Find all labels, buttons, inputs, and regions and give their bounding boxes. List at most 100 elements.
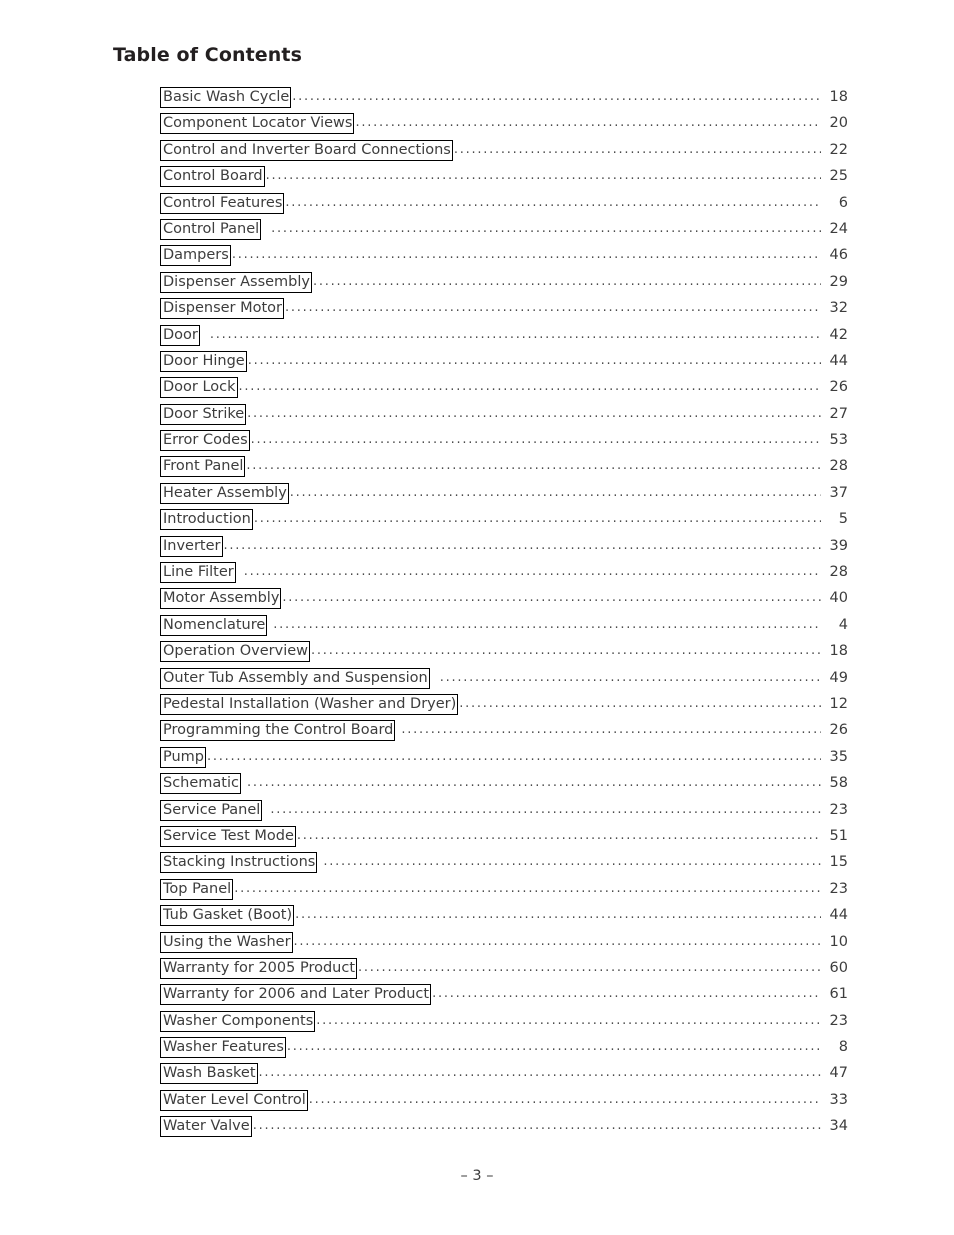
toc-entry-label[interactable]: Pump [160,746,207,768]
toc-entry-label[interactable]: Warranty for 2006 and Later Product [160,984,432,1006]
toc-entry-page-number: 28 [829,564,848,581]
toc-entry-label[interactable]: Door Strike [160,403,247,425]
toc-entry-page-number: 25 [829,168,848,185]
toc-entry-label[interactable]: Pedestal Installation (Washer and Dryer) [160,693,459,715]
toc-entry-label[interactable]: Line Filter [160,562,236,584]
toc-entry[interactable]: Inverter 39 [160,535,848,562]
toc-entry-label[interactable]: Service Test Mode [160,825,296,847]
toc-entry-label[interactable]: Outer Tub Assembly and Suspension [160,667,430,689]
toc-entry[interactable]: Error Codes 53 [160,430,848,456]
toc-entry[interactable]: Top Panel 23 [160,878,848,905]
toc-entry-label[interactable]: Tub Gasket (Boot) [160,905,295,927]
toc-dot-leader [207,747,821,761]
toc-entry-label[interactable]: Control and Inverter Board Connections [160,139,453,161]
toc-entry-page-number: 23 [829,880,848,897]
toc-entry-label[interactable]: Front Panel [160,456,246,478]
toc-entry[interactable]: Wash Basket 47 [160,1063,848,1089]
toc-entry[interactable]: Washer Components 23 [160,1010,848,1037]
toc-entry[interactable]: Service Panel 23 [160,799,848,826]
toc-entry[interactable]: Outer Tub Assembly and Suspension 49 [160,667,848,694]
toc-entry[interactable]: Control and Inverter Board Connections 22 [160,139,848,166]
toc-entry-label[interactable]: Water Valve [160,1116,252,1138]
toc-entry[interactable]: Stacking Instructions 15 [160,852,848,878]
toc-entry-label[interactable]: Control Board [160,166,265,188]
toc-entry-label[interactable]: Component Locator Views [160,113,355,135]
toc-entry[interactable]: Door Strike 27 [160,403,848,430]
toc-entry-label[interactable]: Control Features [160,192,285,214]
toc-entry[interactable]: Heater Assembly 37 [160,482,848,509]
toc-dot-leader [285,193,821,207]
toc-entry-label[interactable]: Operation Overview [160,641,311,663]
toc-entry-label[interactable]: Basic Wash Cycle [160,87,292,108]
toc-entry[interactable]: Component Locator Views 20 [160,113,848,139]
toc-entry[interactable]: Warranty for 2005 Product 60 [160,957,848,984]
toc-entry-label[interactable]: Error Codes [160,430,250,452]
toc-entry-label[interactable]: Service Panel [160,799,263,821]
toc-entry[interactable]: Front Panel 28 [160,456,848,482]
toc-entry-label[interactable]: Inverter [160,535,223,557]
toc-entry[interactable]: Control Panel 24 [160,218,848,245]
toc-entry-label[interactable]: Heater Assembly [160,482,289,504]
toc-entry[interactable]: Door 42 [160,324,848,351]
toc-entry[interactable]: Pump 35 [160,746,848,773]
toc-entry[interactable]: Dispenser Assembly 29 [160,271,848,298]
toc-entry-label[interactable]: Top Panel [160,878,234,900]
toc-entry[interactable]: Control Board 25 [160,166,848,192]
toc-entry-page-number: 4 [838,616,848,633]
toc-entry[interactable]: Operation Overview 18 [160,641,848,667]
toc-entry[interactable]: Introduction 5 [160,509,848,535]
toc-entry-label[interactable]: Motor Assembly [160,588,282,610]
toc-entry[interactable]: Warranty for 2006 and Later Product 61 [160,984,848,1010]
toc-dot-leader [224,536,822,550]
toc-dot-leader [323,852,821,866]
toc-entry-label[interactable]: Control Panel [160,218,262,240]
toc-entry-label[interactable]: Using the Washer [160,931,293,953]
toc-dot-leader [297,826,821,840]
toc-entry-page-number: 42 [829,326,848,343]
toc-entry-page-number: 23 [829,801,848,818]
toc-entry[interactable]: Control Features 6 [160,192,848,219]
toc-entry-label[interactable]: Water Level Control [160,1089,308,1111]
toc-entry-label[interactable]: Door Hinge [160,350,247,372]
toc-entry-label[interactable]: Dispenser Assembly [160,271,312,293]
toc-entry[interactable]: Dampers 46 [160,245,848,271]
toc-entry[interactable]: Nomenclature 4 [160,614,848,641]
toc-entry-page-number: 46 [829,247,848,264]
toc-entry[interactable]: Using the Washer 10 [160,931,848,958]
toc-entry-label[interactable]: Programming the Control Board [160,720,396,742]
toc-entry[interactable]: Schematic 58 [160,773,848,799]
toc-entry[interactable]: Water Level Control 33 [160,1089,848,1116]
toc-entry[interactable]: Washer Features 8 [160,1037,848,1063]
toc-dot-leader [294,932,821,946]
toc-entry-label[interactable]: Wash Basket [160,1063,258,1085]
toc-entry[interactable]: Basic Wash Cycle 18 [160,87,848,113]
toc-entry-label[interactable]: Washer Features [160,1037,286,1059]
toc-entry-label[interactable]: Stacking Instructions [160,852,318,874]
toc-entry-label[interactable]: Washer Components [160,1010,316,1032]
toc-entry-label[interactable]: Warranty for 2005 Product [160,957,358,979]
toc-entry[interactable]: Tub Gasket (Boot) 44 [160,905,848,931]
toc-entry-label[interactable]: Introduction [160,509,253,531]
toc-entry[interactable]: Water Valve 34 [160,1116,848,1142]
toc-entry-label[interactable]: Dampers [160,245,231,267]
toc-entry[interactable]: Door Hinge 44 [160,350,848,377]
toc-entry[interactable]: Motor Assembly 40 [160,588,848,614]
toc-entry-label[interactable]: Door Lock [160,377,238,399]
toc-dot-leader [454,140,821,154]
toc-entry-label[interactable]: Dispenser Motor [160,298,285,320]
toc-dot-leader [355,113,821,127]
toc-entry[interactable]: Line Filter 28 [160,562,848,588]
toc-entry[interactable]: Service Test Mode 51 [160,825,848,852]
toc-entry-label[interactable]: Nomenclature [160,614,268,636]
toc-entry-label[interactable]: Door [160,324,200,346]
toc-entry[interactable]: Door Lock 26 [160,377,848,403]
toc-entry-page-number: 28 [829,458,848,475]
toc-dot-leader [285,298,821,312]
toc-dot-leader [432,984,821,998]
toc-dot-leader [292,87,821,101]
toc-entry-label[interactable]: Schematic [160,773,241,795]
toc-entry[interactable]: Dispenser Motor 32 [160,298,848,324]
toc-entry[interactable]: Programming the Control Board 26 [160,720,848,746]
toc-dot-leader [244,562,821,576]
toc-entry[interactable]: Pedestal Installation (Washer and Dryer)… [160,693,848,720]
